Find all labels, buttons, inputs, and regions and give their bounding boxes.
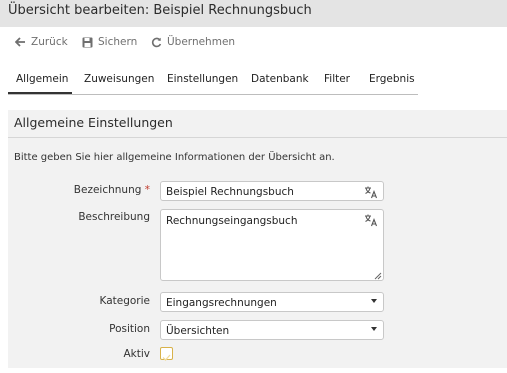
toolbar: Zurück Sichern Übernehmen xyxy=(0,27,507,56)
refresh-icon xyxy=(150,36,162,48)
required-marker: * xyxy=(144,184,150,196)
arrow-left-icon xyxy=(14,36,26,48)
beschreibung-label: Beschreibung xyxy=(78,211,150,223)
translate-icon[interactable] xyxy=(364,185,378,199)
tab-datenbank[interactable]: Datenbank xyxy=(251,73,309,85)
back-button-label: Zurück xyxy=(31,36,68,48)
window-title: Übersicht bearbeiten: Beispiel Rechnungs… xyxy=(8,3,312,18)
beschreibung-textarea[interactable]: Rechnungseingangsbuch xyxy=(160,209,384,281)
bezeichnung-field[interactable]: Beispiel Rechnungsbuch xyxy=(160,181,384,201)
kategorie-label: Kategorie xyxy=(99,295,151,307)
apply-button-label: Übernehmen xyxy=(167,36,236,48)
apply-button[interactable]: Übernehmen xyxy=(150,33,235,51)
chevron-down-icon xyxy=(371,299,377,303)
section-heading: Allgemeine Einstellungen xyxy=(14,115,173,130)
translate-icon[interactable] xyxy=(364,213,378,227)
position-label: Position xyxy=(109,323,150,335)
position-value: Übersichten xyxy=(166,325,230,337)
tab-zuweisungen[interactable]: Zuweisungen xyxy=(84,73,154,85)
section-intro: Bitte geben Sie hier allgemeine Informat… xyxy=(14,152,335,163)
floppy-disk-icon xyxy=(81,36,93,48)
position-select[interactable]: Übersichten xyxy=(160,320,384,340)
resize-grip-icon[interactable] xyxy=(374,271,382,280)
bezeichnung-label: Bezeichnung * xyxy=(10,184,150,196)
back-button[interactable]: Zurück xyxy=(14,33,68,51)
tab-bar: Allgemein Zuweisungen Einstellungen Date… xyxy=(8,68,418,95)
tab-filter[interactable]: Filter xyxy=(324,73,350,85)
beschreibung-value: Rechnungseingangsbuch xyxy=(166,215,298,227)
tab-ergebnis[interactable]: Ergebnis xyxy=(369,73,415,85)
aktiv-checkbox[interactable] xyxy=(160,347,173,361)
save-button[interactable]: Sichern xyxy=(81,33,137,51)
aktiv-label: Aktiv xyxy=(123,348,150,360)
bezeichnung-label-text: Bezeichnung xyxy=(73,184,142,196)
checkmark-icon xyxy=(162,354,171,361)
title-bar: Übersicht bearbeiten: Beispiel Rechnungs… xyxy=(0,0,507,27)
bezeichnung-value: Beispiel Rechnungsbuch xyxy=(166,186,294,198)
active-tab-indicator xyxy=(8,92,72,94)
save-button-label: Sichern xyxy=(98,36,138,48)
chevron-down-icon xyxy=(371,327,377,331)
panel-header: Allgemeine Einstellungen xyxy=(8,110,507,138)
general-settings-panel: Allgemeine Einstellungen Bitte geben Sie… xyxy=(8,110,507,368)
tab-einstellungen[interactable]: Einstellungen xyxy=(167,73,238,85)
kategorie-value: Eingangsrechnungen xyxy=(166,297,277,309)
kategorie-select[interactable]: Eingangsrechnungen xyxy=(160,292,384,312)
tab-allgemein[interactable]: Allgemein xyxy=(16,73,68,85)
